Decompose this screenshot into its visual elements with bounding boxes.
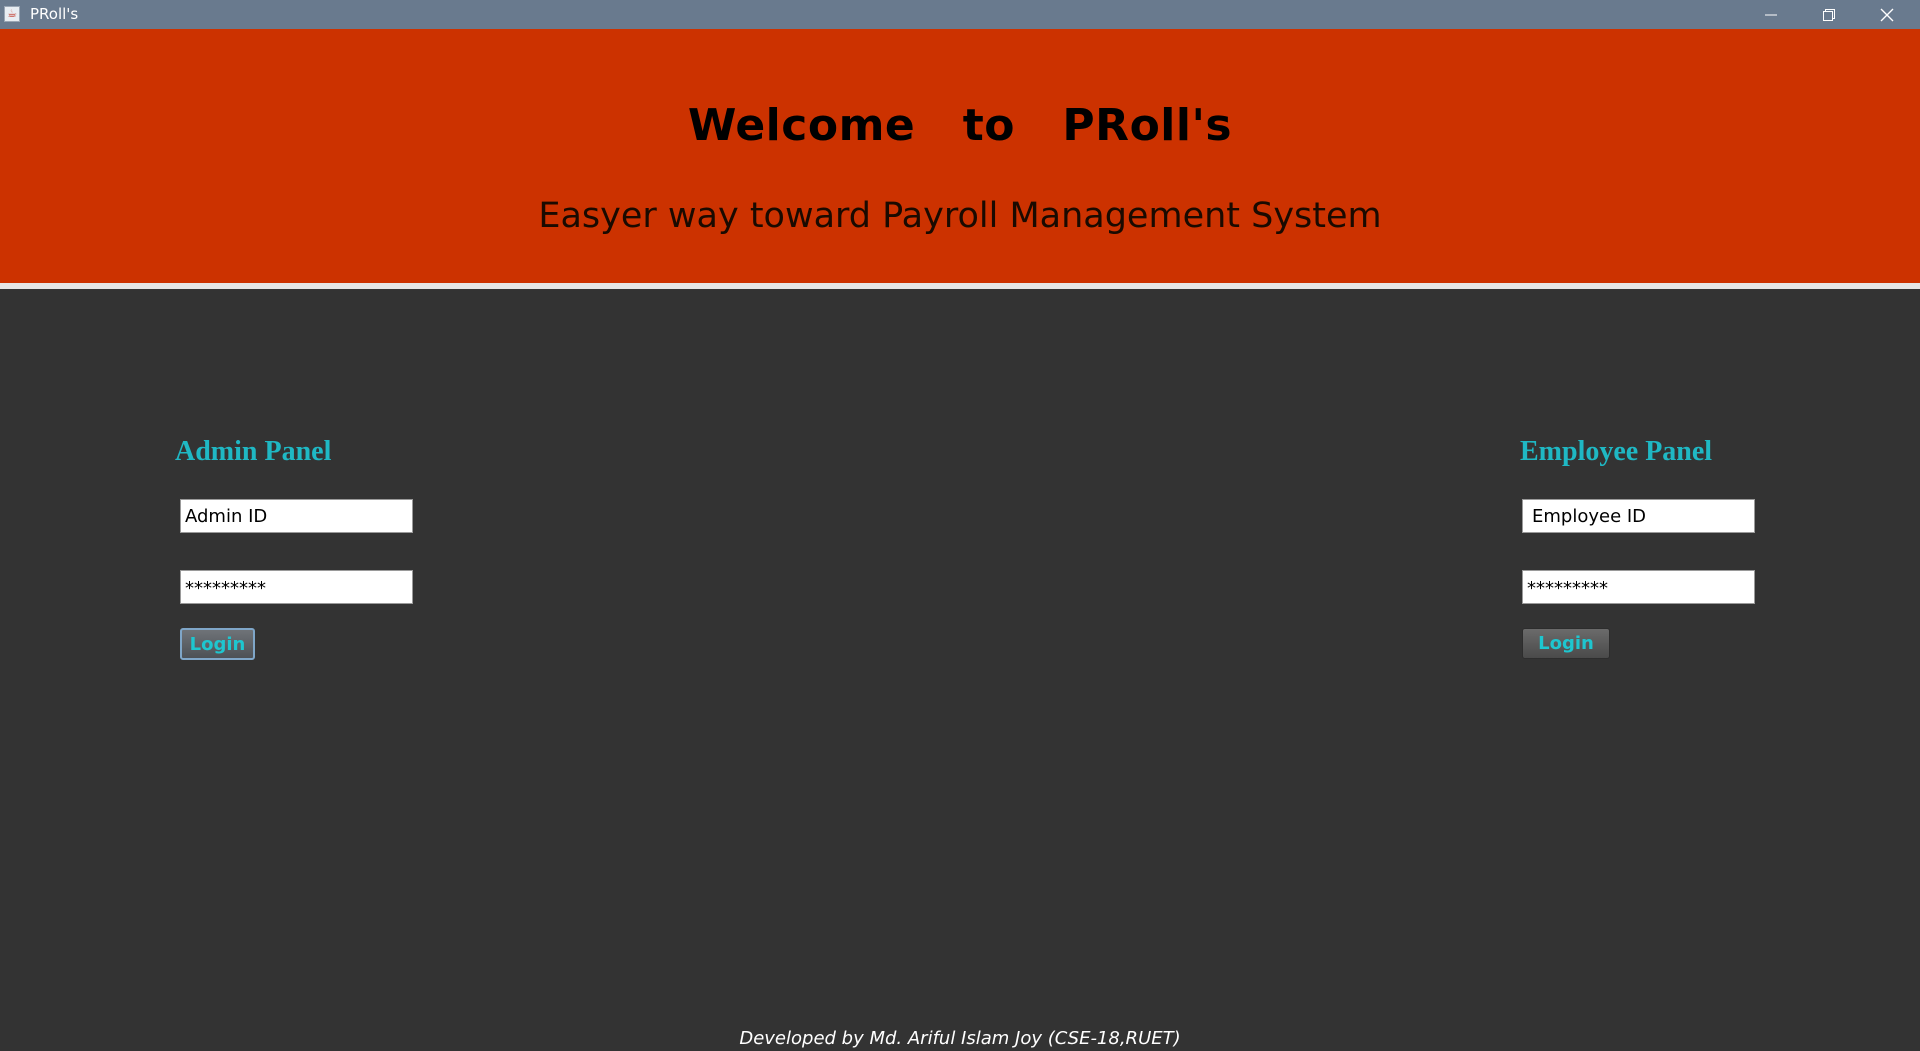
- welcome-banner: [0, 29, 1920, 283]
- employee-login-button[interactable]: Login: [1522, 628, 1610, 659]
- admin-login-button[interactable]: Login: [180, 628, 255, 660]
- minimize-button[interactable]: [1742, 0, 1800, 29]
- developer-credit: Developed by Md. Ariful Islam Joy (CSE-1…: [739, 1028, 1181, 1049]
- minimize-icon: [1765, 14, 1777, 15]
- employee-panel-heading: Employee Panel: [1520, 436, 1713, 467]
- admin-id-input[interactable]: [180, 499, 413, 533]
- welcome-title: Welcome to PRoll's: [687, 100, 1233, 151]
- restore-icon: [1823, 8, 1835, 21]
- welcome-subtitle: Easyer way toward Payroll Management Sys…: [538, 196, 1382, 236]
- employee-password-input[interactable]: [1522, 570, 1755, 604]
- java-app-icon: ☕: [4, 6, 20, 22]
- employee-id-input[interactable]: [1522, 499, 1755, 533]
- close-button[interactable]: [1858, 0, 1916, 29]
- admin-panel-heading: Admin Panel: [175, 436, 332, 467]
- admin-password-input[interactable]: [180, 570, 413, 604]
- header-divider: [0, 283, 1920, 289]
- maximize-button[interactable]: [1800, 0, 1858, 29]
- close-icon: [1880, 8, 1894, 21]
- window-title: PRoll's: [30, 5, 79, 23]
- window-titlebar[interactable]: ☕ PRoll's: [0, 0, 1920, 29]
